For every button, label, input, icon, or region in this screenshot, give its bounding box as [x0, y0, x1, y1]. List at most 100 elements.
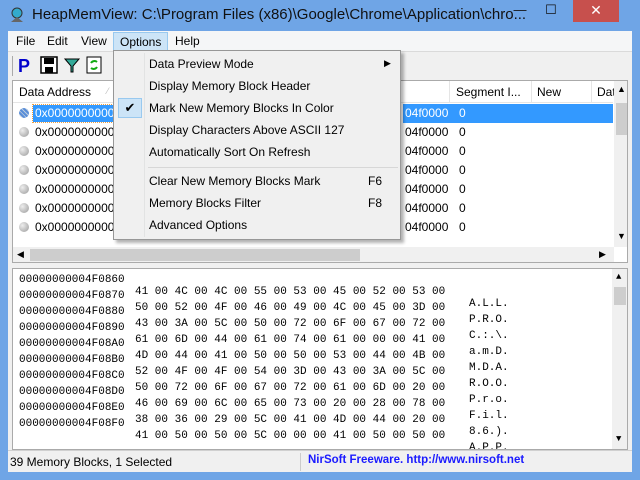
app-icon	[8, 6, 26, 24]
column-separator	[449, 81, 450, 103]
hex-vertical-scrollbar[interactable]: ▲ ▼	[612, 269, 627, 449]
menu-item-mark-new-blocks[interactable]: ✔ Mark New Memory Blocks In Color	[116, 97, 398, 119]
cell-heap-address: 04f0000	[405, 125, 449, 139]
hex-row: 00000000004F0860 41 00 4C 00 4C 00 55 00…	[19, 274, 609, 310]
menu-bar: File Edit View Options Help	[8, 31, 632, 51]
scroll-down-icon[interactable]: ▼	[617, 231, 626, 241]
hex-offset: 00000000004F08E0	[19, 402, 125, 414]
checkmark-icon: ✔	[118, 98, 142, 118]
cell-segment: 0	[459, 201, 466, 215]
submenu-arrow-icon: ▶	[384, 58, 391, 68]
list-horizontal-scrollbar[interactable]: ◀ ▶	[13, 247, 614, 262]
menu-item-label: Clear New Memory Blocks Mark	[149, 174, 321, 188]
hex-row: 00000000004F0870 50 00 52 00 4F 00 46 00…	[19, 290, 609, 326]
scroll-right-icon[interactable]: ▶	[599, 249, 606, 260]
menu-help[interactable]: Help	[169, 32, 206, 51]
menu-item-label: Mark New Memory Blocks In Color	[149, 101, 334, 115]
menu-item-auto-sort[interactable]: Automatically Sort On Refresh	[116, 141, 398, 163]
close-button[interactable]: ✕	[573, 0, 619, 22]
column-segment[interactable]: Segment I...	[456, 85, 521, 99]
cell-segment: 0	[459, 144, 466, 158]
menu-item-display-header[interactable]: Display Memory Block Header	[116, 75, 398, 97]
block-status-icon	[19, 108, 29, 118]
cell-heap-address: 04f0000	[405, 163, 449, 177]
sort-icon: ⁄	[107, 86, 109, 96]
column-dat[interactable]: Dat	[597, 85, 616, 99]
toolbar-grip	[12, 56, 14, 76]
cell-data-address: 0x00000000004f	[35, 144, 123, 158]
cell-heap-address: 04f0000	[405, 106, 449, 120]
scroll-thumb[interactable]	[614, 287, 626, 305]
hex-offset: 00000000004F0860	[19, 274, 125, 286]
hex-row: 00000000004F08A0 4D 00 44 00 41 00 50 00…	[19, 338, 609, 374]
menu-item-advanced-options[interactable]: Advanced Options	[116, 214, 398, 236]
hex-row: 00000000004F08E0 38 00 36 00 29 00 5C 00…	[19, 402, 609, 438]
scroll-up-icon[interactable]: ▲	[617, 84, 626, 94]
cell-data-address: 0x00000000004f	[35, 201, 123, 215]
menu-separator	[148, 167, 398, 168]
refresh-icon[interactable]	[86, 56, 106, 76]
hex-offset: 00000000004F08C0	[19, 370, 125, 382]
menu-item-label: Advanced Options	[149, 218, 248, 232]
cell-data-address: 0x00000000004f	[35, 125, 123, 139]
block-status-icon	[19, 184, 29, 194]
column-separator	[531, 81, 532, 103]
save-icon[interactable]	[40, 56, 60, 76]
cell-segment: 0	[459, 182, 466, 196]
hex-offset: 00000000004F0870	[19, 290, 125, 302]
cell-heap-address: 04f0000	[405, 144, 449, 158]
hex-row: 00000000004F0880 43 00 3A 00 5C 00 50 00…	[19, 306, 609, 342]
cell-data-address: 0x00000000004f	[35, 220, 123, 234]
scroll-thumb[interactable]	[616, 103, 627, 135]
block-status-icon	[19, 165, 29, 175]
menu-shortcut: F6	[368, 174, 383, 188]
hex-offset: 00000000004F0880	[19, 306, 125, 318]
menu-item-label: Data Preview Mode	[149, 57, 254, 71]
hex-bytes: 41 00 50 00 50 00 5C 00 00 00 41 00 50 0…	[135, 430, 446, 442]
menu-options[interactable]: Options	[113, 32, 169, 51]
scroll-up-icon[interactable]: ▲	[616, 272, 621, 282]
cell-segment: 0	[459, 125, 466, 139]
hex-row: 00000000004F0890 61 00 6D 00 44 00 61 00…	[19, 322, 609, 358]
maximize-button[interactable]: ☐	[536, 0, 566, 22]
cell-heap-address: 04f0000	[405, 220, 449, 234]
properties-icon[interactable]: P	[18, 56, 38, 76]
cell-data-address: 0x00000000004f	[35, 163, 123, 177]
cell-segment: 0	[459, 163, 466, 177]
nirsoft-link[interactable]: NirSoft Freeware. http://www.nirsoft.net	[308, 454, 524, 466]
block-status-icon	[19, 203, 29, 213]
menu-edit[interactable]: Edit	[41, 32, 74, 51]
hex-row: 00000000004F08D0 46 00 69 00 6C 00 65 00…	[19, 386, 609, 422]
hex-row: 00000000004F08C0 50 00 72 00 6F 00 67 00…	[19, 370, 609, 406]
hex-dump-pane[interactable]: 00000000004F0860 41 00 4C 00 4C 00 55 00…	[12, 268, 628, 450]
filter-icon[interactable]	[63, 56, 83, 76]
column-data-address[interactable]: Data Address	[19, 85, 91, 99]
hex-offset: 00000000004F08D0	[19, 386, 125, 398]
block-status-icon	[19, 146, 29, 156]
scroll-left-icon[interactable]: ◀	[17, 249, 24, 260]
menu-item-data-preview-mode[interactable]: Data Preview Mode ▶	[116, 53, 398, 75]
menu-item-display-chars-above-127[interactable]: Display Characters Above ASCII 127	[116, 119, 398, 141]
menu-item-blocks-filter[interactable]: Memory Blocks Filter F8	[116, 192, 398, 214]
scroll-down-icon[interactable]: ▼	[616, 434, 621, 444]
block-status-icon	[19, 222, 29, 232]
window-title: HeapMemView: C:\Program Files (x86)\Goog…	[32, 6, 527, 23]
column-new[interactable]: New	[537, 85, 561, 99]
hex-row: 00000000004F08F0 41 00 50 00 50 00 5C 00…	[19, 418, 609, 449]
menu-item-label: Display Memory Block Header	[149, 79, 311, 93]
menu-item-clear-new-mark[interactable]: Clear New Memory Blocks Mark F6	[116, 170, 398, 192]
hex-offset: 00000000004F08B0	[19, 354, 125, 366]
menu-view[interactable]: View	[75, 32, 113, 51]
menu-file[interactable]: File	[10, 32, 41, 51]
scroll-thumb[interactable]	[30, 249, 360, 261]
minimize-button[interactable]: —	[505, 0, 535, 22]
hex-offset: 00000000004F0890	[19, 322, 125, 334]
block-status-icon	[19, 127, 29, 137]
status-count: 39 Memory Blocks, 1 Selected	[10, 455, 173, 469]
status-separator	[300, 453, 301, 471]
menu-shortcut: F8	[368, 196, 383, 210]
cell-data-address: 0x00000000004f	[35, 182, 123, 196]
list-vertical-scrollbar[interactable]: ▲ ▼	[614, 81, 627, 247]
cell-segment: 0	[459, 106, 466, 120]
cell-segment: 0	[459, 220, 466, 234]
